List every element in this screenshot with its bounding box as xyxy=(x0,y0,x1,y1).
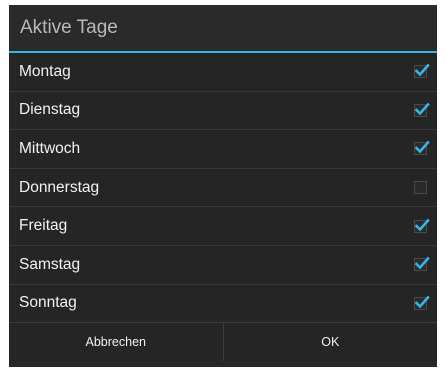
checkbox-checked-icon[interactable] xyxy=(414,102,430,117)
checkbox-checked-icon[interactable] xyxy=(414,295,430,310)
ok-button[interactable]: OK xyxy=(222,323,438,362)
day-label: Mittwoch xyxy=(19,139,81,157)
day-row-freitag[interactable]: Freitag xyxy=(9,207,437,246)
day-label: Montag xyxy=(19,62,71,80)
dialog-title-bar: Aktive Tage xyxy=(9,5,437,53)
day-row-mittwoch[interactable]: Mittwoch xyxy=(9,130,437,169)
checkbox-checked-icon[interactable] xyxy=(414,63,430,79)
day-label: Dienstag xyxy=(19,101,81,119)
day-list: Montag Dienstag Mittwoch Donnerstag Frei… xyxy=(9,53,437,324)
checkbox-checked-icon[interactable] xyxy=(414,218,430,233)
dialog-button-bar: Abbrechen OK xyxy=(9,323,438,362)
active-days-dialog: Aktive Tage Montag Dienstag Mittwoch Don… xyxy=(9,5,437,367)
day-row-samstag[interactable]: Samstag xyxy=(9,246,437,285)
day-row-sonntag[interactable]: Sonntag xyxy=(9,285,437,324)
day-row-dienstag[interactable]: Dienstag xyxy=(9,92,437,131)
day-row-donnerstag[interactable]: Donnerstag xyxy=(9,169,437,208)
day-label: Sonntag xyxy=(19,294,77,312)
checkbox-checked-icon[interactable] xyxy=(414,256,430,272)
checkbox-checked-icon[interactable] xyxy=(414,141,430,156)
day-label: Samstag xyxy=(19,255,81,273)
day-label: Freitag xyxy=(19,217,68,235)
checkbox-unchecked-icon[interactable] xyxy=(414,181,427,195)
day-row-montag[interactable]: Montag xyxy=(9,53,437,92)
day-label: Donnerstag xyxy=(19,178,100,196)
dialog-title: Aktive Tage xyxy=(20,17,118,38)
cancel-button[interactable]: Abbrechen xyxy=(9,323,223,361)
